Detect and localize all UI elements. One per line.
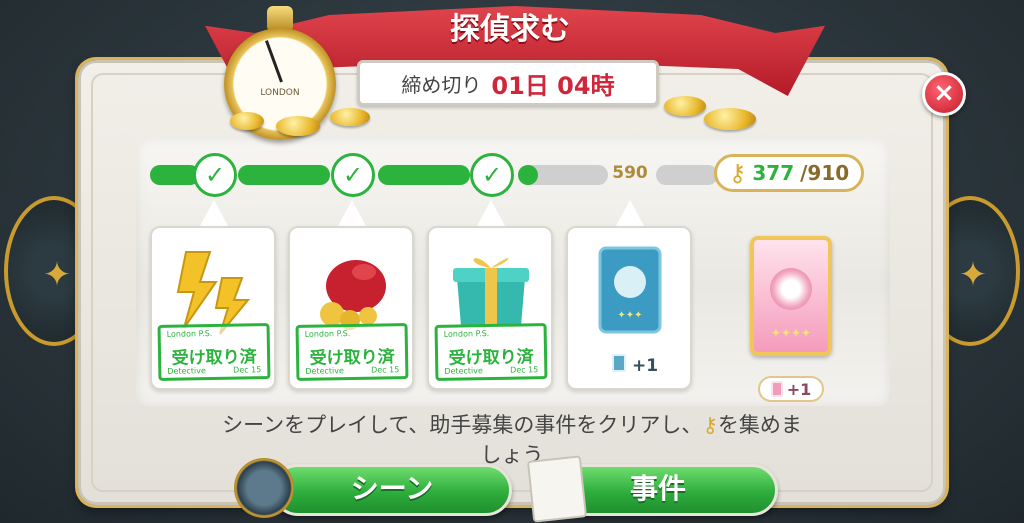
card-pointer xyxy=(200,200,228,226)
final-reward-quantity: +1 xyxy=(786,379,812,399)
coin-icon xyxy=(276,116,320,136)
progress-segment xyxy=(656,165,718,185)
key-icon: ⚷ xyxy=(702,413,718,437)
close-button[interactable]: × xyxy=(922,72,966,116)
page-title: 探偵求む xyxy=(450,12,570,47)
coin-icon xyxy=(704,108,756,130)
deadline-label: 締め切り xyxy=(401,72,482,97)
final-reward-card[interactable]: ✦✦✦✦ xyxy=(750,236,832,356)
pink-card-mini-icon xyxy=(770,381,783,397)
clock-hands-icon: ✦ xyxy=(958,255,988,295)
stamp-foot-right: Dec 15 xyxy=(233,365,262,375)
claimed-stamp: London P.S. 受け取り済 Detective Dec 15 xyxy=(157,323,271,381)
key-icon: ⚷ xyxy=(728,159,747,187)
stamp-foot-right: Dec 15 xyxy=(371,365,400,375)
claimed-stamp: London P.S. 受け取り済 Detective Dec 15 xyxy=(295,323,409,381)
stamp-top-text: London P.S. xyxy=(304,329,351,339)
coin-icon xyxy=(664,96,706,116)
stamp-foot-left: Detective xyxy=(305,366,344,376)
clock-hands-icon: ✦ xyxy=(42,255,72,295)
svg-text:✦✦✦: ✦✦✦ xyxy=(617,310,642,321)
instruction-part1: シーンをプレイして、助手募集の事件をクリアし、 xyxy=(222,413,703,437)
card-pointer xyxy=(616,200,644,226)
card-pointer xyxy=(338,200,366,226)
stopwatch-face-text: LONDON xyxy=(260,88,300,98)
stamp-foot-left: Detective xyxy=(167,366,206,376)
magnifier-icon[interactable] xyxy=(234,458,294,518)
star-rating-icon: ✦✦✦✦ xyxy=(770,326,812,340)
reward-card[interactable]: London P.S. 受け取り済 Detective Dec 15 xyxy=(288,226,414,390)
scene-button[interactable]: シーン xyxy=(272,464,512,516)
final-reward-badge: +1 xyxy=(758,376,824,402)
instruction-part2: を集めま xyxy=(717,413,802,437)
blue-card-pack-icon: ✦✦✦ xyxy=(598,246,662,334)
card-pointer xyxy=(477,200,505,226)
milestone-check-icon: ✓ xyxy=(193,153,237,197)
key-count-current: 377 xyxy=(752,161,795,185)
key-count-total: /910 xyxy=(800,161,850,185)
card-pack-mini-icon xyxy=(612,354,626,372)
reward-card[interactable]: London P.S. 受け取り済 Detective Dec 15 xyxy=(150,226,276,390)
pink-emblem-icon xyxy=(770,268,812,310)
stamp-foot: Detective Dec 15 xyxy=(167,365,261,376)
milestone-value: 590 xyxy=(612,163,648,183)
coin-icon xyxy=(230,112,264,130)
case-file-icon[interactable] xyxy=(526,455,588,523)
stamp-foot-right: Dec 15 xyxy=(510,365,539,375)
stamp-foot: Detective Dec 15 xyxy=(444,365,538,376)
claimed-stamp: London P.S. 受け取り済 Detective Dec 15 xyxy=(434,323,548,381)
milestone-check-icon: ✓ xyxy=(331,153,375,197)
deadline-value: 01日 04時 xyxy=(491,71,615,100)
key-counter: ⚷ 377 /910 xyxy=(714,154,864,192)
stamp-top-text: London P.S. xyxy=(166,329,213,339)
coin-icon xyxy=(330,108,370,126)
reward-card[interactable]: London P.S. 受け取り済 Detective Dec 15 xyxy=(427,226,553,390)
deadline-box: 締め切り 01日 04時 xyxy=(357,60,659,106)
progress-segment xyxy=(238,165,330,185)
reward-card[interactable]: ✦✦✦ +1 xyxy=(566,226,692,390)
stamp-foot: Detective Dec 15 xyxy=(305,365,399,376)
stamp-top-text: London P.S. xyxy=(443,329,490,339)
milestone-check-icon: ✓ xyxy=(470,153,514,197)
stamp-foot-left: Detective xyxy=(444,366,483,376)
progress-segment xyxy=(518,165,608,185)
progress-segment xyxy=(378,165,470,185)
reward-quantity: +1 xyxy=(632,356,659,376)
